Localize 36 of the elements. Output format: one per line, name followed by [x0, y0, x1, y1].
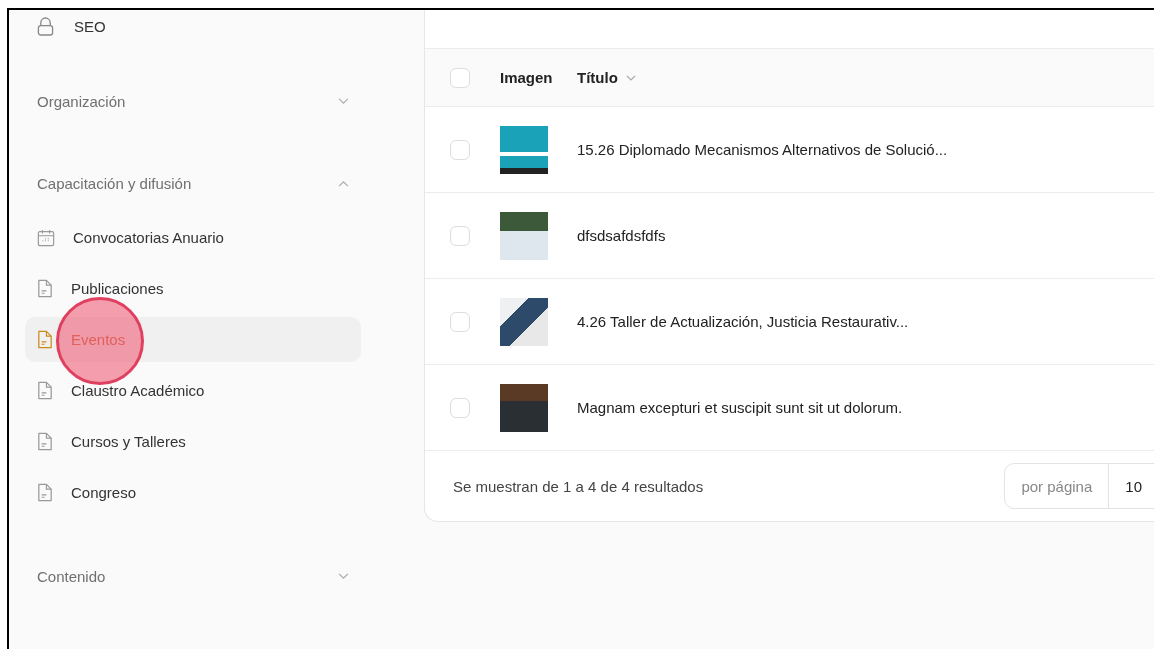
chevron-icon[interactable]: [338, 180, 349, 187]
chevron-icon[interactable]: [338, 98, 349, 105]
photo-placeholder: [500, 125, 548, 174]
document-icon: [37, 279, 53, 298]
table-cell-text: 4.26 Taller de Actualización, Justicia Restaurativ...: [577, 313, 910, 330]
nav-item[interactable]: Congreso: [25, 470, 361, 515]
table-cell-text: 15.26 Diplomado Mecanismos Alternativos de Solució...: [577, 141, 949, 158]
column-header[interactable]: Título: [577, 69, 1154, 86]
lock-icon: [37, 17, 54, 36]
results-summary: Se muestran de 1 a 4 de 4 resultados: [453, 477, 704, 495]
per-page-select[interactable]: por página 10: [1004, 463, 1154, 509]
document-icon: [37, 381, 53, 400]
document-icon: [37, 330, 53, 349]
checkbox[interactable]: [450, 67, 470, 88]
checkbox[interactable]: [450, 397, 470, 418]
nav-item[interactable]: Publicaciones: [25, 266, 361, 311]
nav-item[interactable]: Cursos y Talleres: [25, 419, 361, 464]
column-header[interactable]: Imagen: [500, 69, 577, 86]
photo-placeholder: [500, 383, 548, 432]
document-icon: [37, 483, 53, 502]
nav-item[interactable]: Convocatorias Anuario: [25, 215, 361, 260]
table-cell-text: dfsdsafdsfdfs: [577, 227, 667, 244]
calendar-icon: [37, 228, 55, 247]
nav-group-label[interactable]: Organización: [37, 93, 126, 110]
table-cell-text: Magnam excepturi et suscipit sunt sit ut dolorum.: [577, 399, 904, 416]
chevron-icon[interactable]: [338, 573, 349, 580]
photo-placeholder: [500, 211, 548, 260]
nav-item[interactable]: Claustro Académico: [25, 368, 361, 413]
nav-group-label[interactable]: Capacitación y difusión: [37, 175, 192, 192]
checkbox[interactable]: [450, 311, 470, 332]
checkbox[interactable]: [450, 225, 470, 246]
document-icon: [37, 432, 53, 451]
photo-placeholder: [500, 297, 548, 346]
checkbox[interactable]: [450, 139, 470, 160]
nav-item-label[interactable]: SEO: [74, 18, 106, 35]
nav-group-label[interactable]: Contenido: [37, 568, 106, 585]
